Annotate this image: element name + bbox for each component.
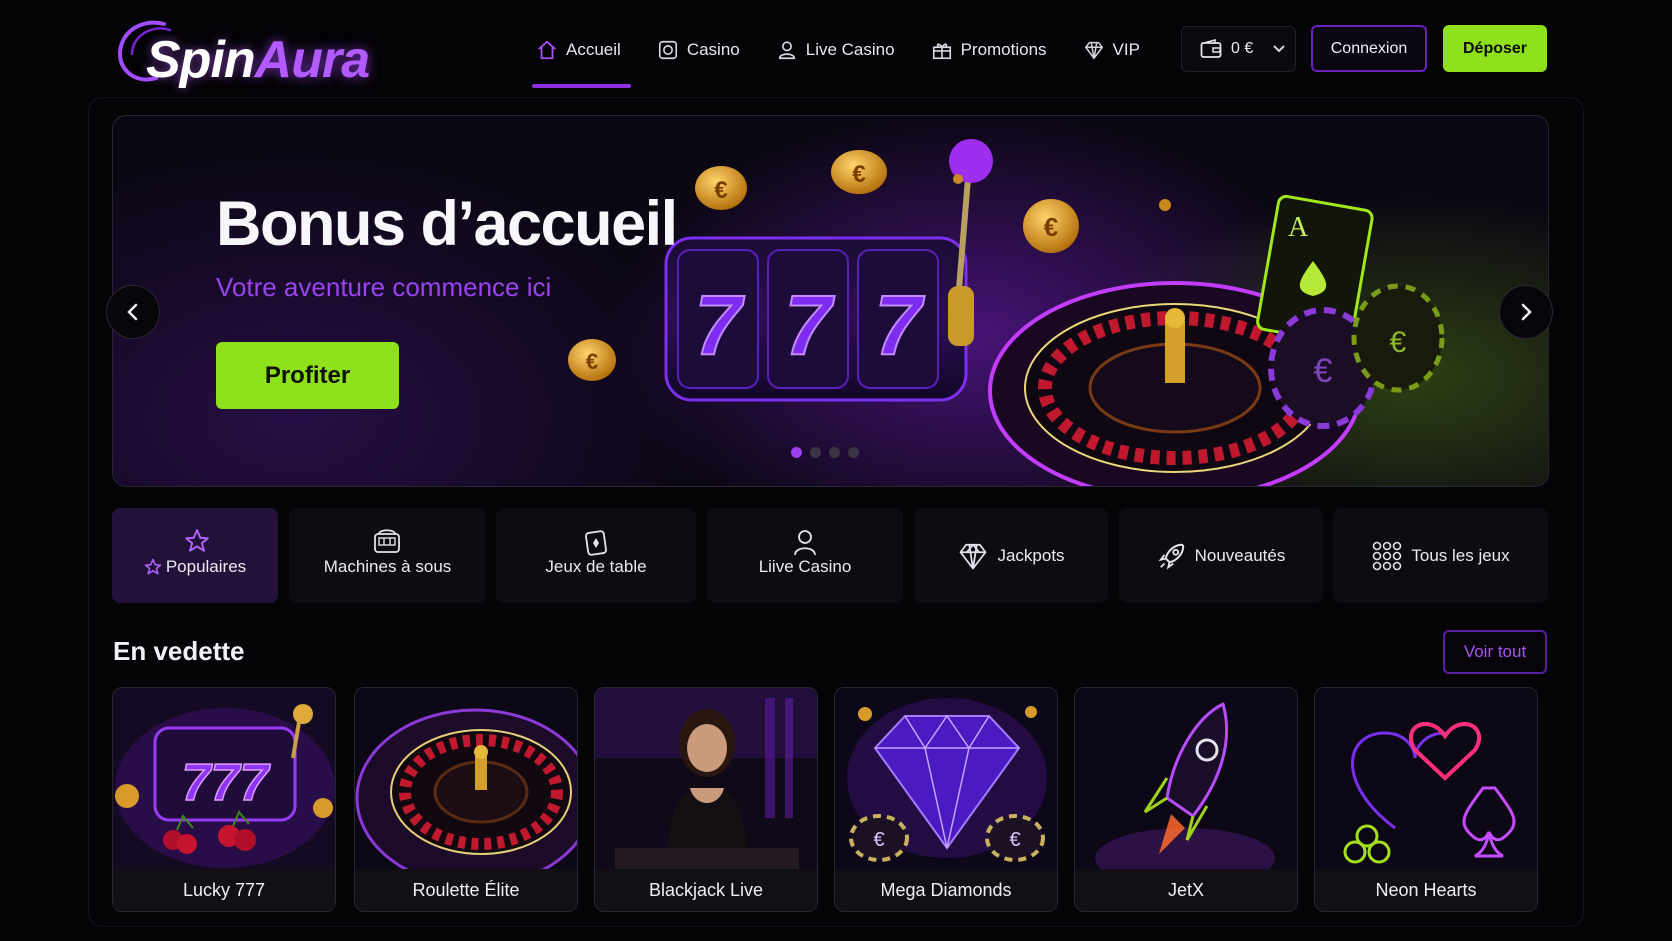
game-name: Lucky 777	[113, 869, 335, 911]
nav-label: Casino	[686, 40, 740, 59]
hero-banner[interactable]: 7 7 7 A € € € € € € Bonus d’accueil Votr…	[112, 115, 1549, 487]
category-label: Tous les jeux	[1411, 545, 1510, 565]
roulette-artwork	[355, 688, 577, 871]
casino-chip-icon	[658, 40, 677, 60]
hero-title: Bonus d’accueil	[216, 189, 678, 259]
category-label: Jackpots	[997, 545, 1065, 565]
hero-claim-button[interactable]: Profiter	[216, 342, 399, 409]
featured-section-title: En vedette	[113, 636, 245, 666]
carousel-dot-1[interactable]	[791, 447, 802, 458]
svg-text:€: €	[852, 161, 865, 188]
home-icon	[538, 40, 556, 60]
carousel-prev-button[interactable]	[106, 285, 160, 339]
category-populaires[interactable]: Populaires	[112, 508, 278, 603]
slot-machine-artwork: 777	[113, 688, 335, 871]
game-name: Blackjack Live	[595, 869, 817, 911]
carousel-dot-2[interactable]	[810, 447, 821, 458]
carousel-dot-4[interactable]	[848, 447, 859, 458]
nav-label: Promotions	[960, 40, 1047, 59]
svg-text:€: €	[586, 349, 598, 374]
spinaura-logo[interactable]: SpinAura	[112, 16, 370, 89]
category-label: Jeux de table	[545, 557, 647, 576]
rocket-icon	[1158, 543, 1184, 570]
category-machines-a-sous[interactable]: Machines à sous	[289, 508, 486, 603]
dealer-icon	[778, 41, 795, 60]
category-label: Machines à sous	[323, 557, 452, 576]
chevron-right-icon	[1521, 303, 1532, 321]
svg-text:7: 7	[785, 278, 835, 372]
category-tous-les-jeux[interactable]: Tous les jeux	[1333, 508, 1548, 603]
grid-dots-icon	[1373, 541, 1402, 570]
game-card-neon-hearts[interactable]: Neon Hearts	[1314, 687, 1538, 912]
nav-label: Accueil	[566, 40, 621, 59]
game-card-mega-diamonds[interactable]: € € Mega Diamonds	[834, 687, 1058, 912]
svg-text:€: €	[1009, 829, 1020, 851]
svg-text:A: A	[1288, 212, 1309, 243]
header: SpinAura Accueil Casino Live Casino Prom…	[0, 0, 1672, 96]
chevron-down-icon	[1273, 45, 1285, 53]
svg-text:777: 777	[182, 754, 271, 812]
gift-icon	[932, 43, 951, 60]
category-live-casino[interactable]: Liive Casino	[707, 508, 903, 603]
game-name: Neon Hearts	[1315, 869, 1537, 911]
game-card-blackjack-live[interactable]: Blackjack Live	[594, 687, 818, 912]
diamond-artwork: € €	[835, 688, 1057, 871]
svg-text:7: 7	[875, 278, 925, 372]
game-name: JetX	[1075, 869, 1297, 911]
logo-text-spin: Spin	[146, 31, 256, 89]
nav-live-casino[interactable]: Live Casino	[768, 30, 903, 70]
dealer-icon	[794, 530, 816, 556]
svg-text:€: €	[1314, 352, 1333, 390]
carousel-dot-3[interactable]	[829, 447, 840, 458]
game-name: Mega Diamonds	[835, 869, 1057, 911]
cards-icon	[585, 530, 607, 556]
rocket-artwork	[1075, 688, 1297, 871]
wallet-icon	[1200, 39, 1222, 58]
game-name: Roulette Élite	[355, 869, 577, 911]
diamond-icon	[960, 543, 987, 569]
star-icon	[185, 529, 209, 552]
svg-text:€: €	[1390, 326, 1407, 359]
card-suits-artwork	[1315, 688, 1537, 871]
nav-promotions[interactable]: Promotions	[923, 30, 1055, 70]
deposit-button[interactable]: Déposer	[1443, 25, 1547, 72]
svg-text:€: €	[714, 177, 727, 204]
logo-text-aura: Aura	[254, 31, 370, 89]
nav-label: VIP	[1112, 40, 1140, 59]
game-card-lucky-777[interactable]: 777 Lucky 777	[112, 687, 336, 912]
login-button[interactable]: Connexion	[1311, 25, 1427, 72]
wallet-dropdown[interactable]: 0 €	[1181, 26, 1296, 72]
nav-casino[interactable]: Casino	[649, 30, 748, 70]
wallet-balance: 0 €	[1231, 40, 1254, 57]
live-dealer-artwork	[595, 688, 817, 871]
game-card-roulette-elite[interactable]: Roulette Élite	[354, 687, 578, 912]
category-label: Liive Casino	[758, 557, 852, 576]
diamond-icon	[1084, 41, 1103, 59]
nav-vip[interactable]: VIP	[1075, 30, 1148, 70]
category-nouveautes[interactable]: Nouveautés	[1119, 508, 1323, 603]
chevron-left-icon	[127, 303, 138, 321]
nav-accueil[interactable]: Accueil	[528, 30, 631, 88]
hero-subtitle: Votre aventure commence ici	[216, 272, 552, 302]
main-nav: Accueil Casino Live Casino Promotions VI…	[528, 30, 1168, 90]
game-card-jetx[interactable]: JetX	[1074, 687, 1298, 912]
category-label: Populaires	[165, 557, 247, 576]
carousel-indicators	[791, 447, 859, 458]
svg-text:€: €	[873, 829, 884, 851]
svg-text:€: €	[1044, 212, 1058, 242]
see-all-button[interactable]: Voir tout	[1443, 630, 1547, 674]
category-jackpots[interactable]: Jackpots	[914, 508, 1108, 603]
carousel-next-button[interactable]	[1499, 285, 1553, 339]
slot-machine-icon	[374, 529, 400, 553]
star-small-icon	[144, 558, 162, 575]
category-jeux-de-table[interactable]: Jeux de table	[496, 508, 696, 603]
svg-text:7: 7	[695, 278, 745, 372]
category-label: Nouveautés	[1194, 545, 1286, 565]
nav-label: Live Casino	[805, 40, 895, 59]
